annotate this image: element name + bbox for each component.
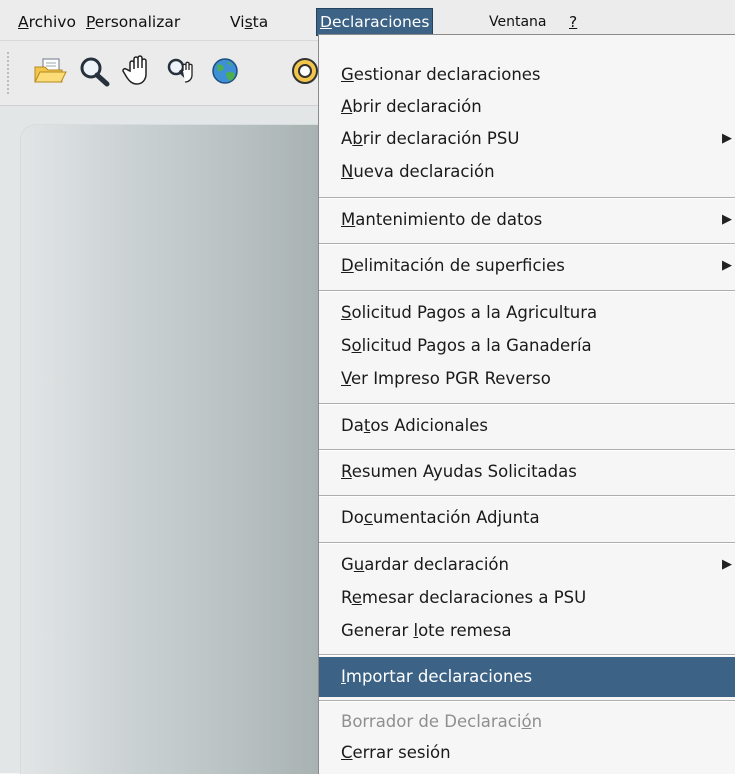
zoom-window-icon[interactable] bbox=[163, 51, 201, 91]
item-text: elimitación de superficies bbox=[353, 256, 565, 275]
menu-text: eclaraciones bbox=[331, 13, 430, 31]
item-mnemonic: b bbox=[352, 129, 363, 148]
menu-text: ta bbox=[252, 13, 269, 31]
item-text: n bbox=[531, 712, 543, 731]
submenu-arrow-icon: ▶ bbox=[722, 557, 732, 572]
workspace-panel bbox=[20, 124, 319, 774]
open-folder-icon[interactable] bbox=[30, 51, 68, 91]
menu-mnemonic: s bbox=[244, 13, 253, 31]
menu-separator bbox=[319, 495, 735, 497]
menu-item-abrir-declaracion-psu[interactable]: Abrir declaración PSU ▶ bbox=[319, 122, 735, 158]
menu-help[interactable]: ? bbox=[566, 10, 580, 34]
item-mnemonic: S bbox=[341, 303, 352, 322]
item-text: licitud Pagos a la Ganadería bbox=[361, 336, 592, 355]
menu-item-nueva-declaracion[interactable]: Nueva declaración bbox=[319, 155, 735, 191]
menu-separator bbox=[319, 654, 735, 656]
menu-item-delimitacion-superficies[interactable]: Delimitación de superficies ▶ bbox=[319, 249, 735, 285]
submenu-arrow-icon: ▶ bbox=[722, 212, 732, 227]
globe-icon[interactable] bbox=[207, 51, 245, 91]
item-text: ueva declaración bbox=[353, 162, 495, 181]
menu-vista[interactable]: Vista bbox=[227, 10, 271, 34]
menu-text: Vi bbox=[230, 13, 245, 31]
menu-mnemonic: D bbox=[320, 13, 332, 31]
hand-pan-icon[interactable] bbox=[120, 51, 158, 91]
target-icon[interactable] bbox=[250, 51, 318, 91]
menu-item-importar-declaraciones[interactable]: Importar declaraciones bbox=[319, 657, 735, 697]
item-text: esumen Ayudas Solicitadas bbox=[351, 462, 577, 481]
item-text: S bbox=[341, 336, 352, 355]
item-text: os Adicionales bbox=[370, 416, 488, 435]
menu-mnemonic: A bbox=[18, 13, 29, 31]
submenu-arrow-icon: ▶ bbox=[722, 131, 732, 146]
desktop-area bbox=[0, 106, 319, 774]
toolbar-grip[interactable] bbox=[6, 51, 10, 95]
item-mnemonic: C bbox=[341, 743, 353, 762]
item-mnemonic: D bbox=[341, 256, 354, 275]
magnifier-icon[interactable] bbox=[76, 51, 114, 91]
menu-item-guardar-declaracion[interactable]: Guardar declaración ▶ bbox=[319, 548, 735, 584]
menu-separator bbox=[319, 197, 735, 199]
declaraciones-dropdown: Gestionar declaraciones Abrir declaració… bbox=[318, 34, 735, 774]
item-mnemonic: V bbox=[341, 369, 352, 388]
menu-item-resumen-ayudas[interactable]: Resumen Ayudas Solicitadas bbox=[319, 455, 735, 491]
menu-item-solicitud-agricultura[interactable]: Solicitud Pagos a la Agricultura bbox=[319, 296, 735, 332]
item-text: estionar declaraciones bbox=[353, 65, 541, 84]
item-mnemonic: u bbox=[353, 555, 365, 574]
item-mnemonic: G bbox=[341, 65, 354, 84]
menu-separator bbox=[319, 290, 735, 292]
item-text: Borrador de Declaraci bbox=[341, 712, 522, 731]
item-text: er Impreso PGR Reverso bbox=[351, 369, 551, 388]
menu-item-ver-impreso-pgr[interactable]: Ver Impreso PGR Reverso bbox=[319, 362, 735, 398]
menu-separator bbox=[319, 243, 735, 245]
menu-item-documentacion-adjunta[interactable]: Documentación Adjunta bbox=[319, 501, 735, 537]
item-text: A bbox=[341, 129, 353, 148]
menu-item-solicitud-ganaderia[interactable]: Solicitud Pagos a la Ganadería bbox=[319, 329, 735, 365]
menu-text: Ventana bbox=[489, 14, 547, 30]
item-mnemonic: R bbox=[341, 462, 352, 481]
item-text: rir declaración PSU bbox=[362, 129, 520, 148]
toolbar bbox=[0, 41, 318, 106]
item-text: ote remesa bbox=[418, 621, 512, 640]
item-text: R bbox=[341, 588, 352, 607]
item-mnemonic: N bbox=[341, 162, 354, 181]
menu-archivo[interactable]: Archivo bbox=[15, 10, 79, 34]
menu-item-gestionar-declaraciones[interactable]: Gestionar declaraciones bbox=[319, 58, 735, 94]
item-text: Generar bbox=[341, 621, 414, 640]
menu-separator bbox=[319, 700, 735, 702]
item-text: Da bbox=[341, 416, 364, 435]
item-mnemonic: M bbox=[341, 210, 356, 229]
menu-separator bbox=[319, 403, 735, 405]
item-mnemonic: ó bbox=[521, 712, 532, 731]
item-text: G bbox=[341, 555, 354, 574]
item-text: brir declaración bbox=[352, 97, 482, 116]
menu-personalizar[interactable]: Personalizar bbox=[83, 10, 183, 34]
menu-item-abrir-declaracion[interactable]: Abrir declaración bbox=[319, 90, 735, 126]
menu-mnemonic: ? bbox=[569, 13, 578, 31]
item-text: Do bbox=[341, 508, 364, 527]
menu-item-remesar-declaraciones[interactable]: Remesar declaraciones a PSU bbox=[319, 581, 735, 617]
menu-ventana[interactable]: Ventana bbox=[486, 10, 550, 34]
menu-text: rchivo bbox=[28, 13, 76, 31]
submenu-arrow-icon: ▶ bbox=[722, 258, 732, 273]
item-mnemonic: A bbox=[341, 97, 353, 116]
menu-item-datos-adicionales[interactable]: Datos Adicionales bbox=[319, 409, 735, 445]
item-text: antenimiento de datos bbox=[355, 210, 543, 229]
menu-item-mantenimiento-datos[interactable]: Mantenimiento de datos ▶ bbox=[319, 203, 735, 239]
item-text: olicitud Pagos a la Agricultura bbox=[351, 303, 598, 322]
item-text: errar sesión bbox=[352, 743, 451, 762]
menu-declaraciones[interactable]: Declaraciones bbox=[316, 8, 434, 36]
item-mnemonic: e bbox=[351, 588, 362, 607]
menu-item-generar-lote-remesa[interactable]: Generar lote remesa bbox=[319, 614, 735, 650]
item-text: ardar declaración bbox=[364, 555, 509, 574]
item-mnemonic: o bbox=[351, 336, 362, 355]
menu-separator bbox=[319, 449, 735, 451]
menu-separator bbox=[319, 542, 735, 544]
item-text: mportar declaraciones bbox=[345, 667, 533, 686]
item-text: mesar declaraciones a PSU bbox=[361, 588, 587, 607]
item-text: umentación Adjunta bbox=[372, 508, 540, 527]
menu-text: ersonalizar bbox=[94, 13, 181, 31]
menu-item-cerrar-sesion[interactable]: Cerrar sesión bbox=[319, 736, 735, 772]
menu-mnemonic: P bbox=[86, 13, 95, 31]
item-mnemonic: c bbox=[363, 508, 373, 527]
